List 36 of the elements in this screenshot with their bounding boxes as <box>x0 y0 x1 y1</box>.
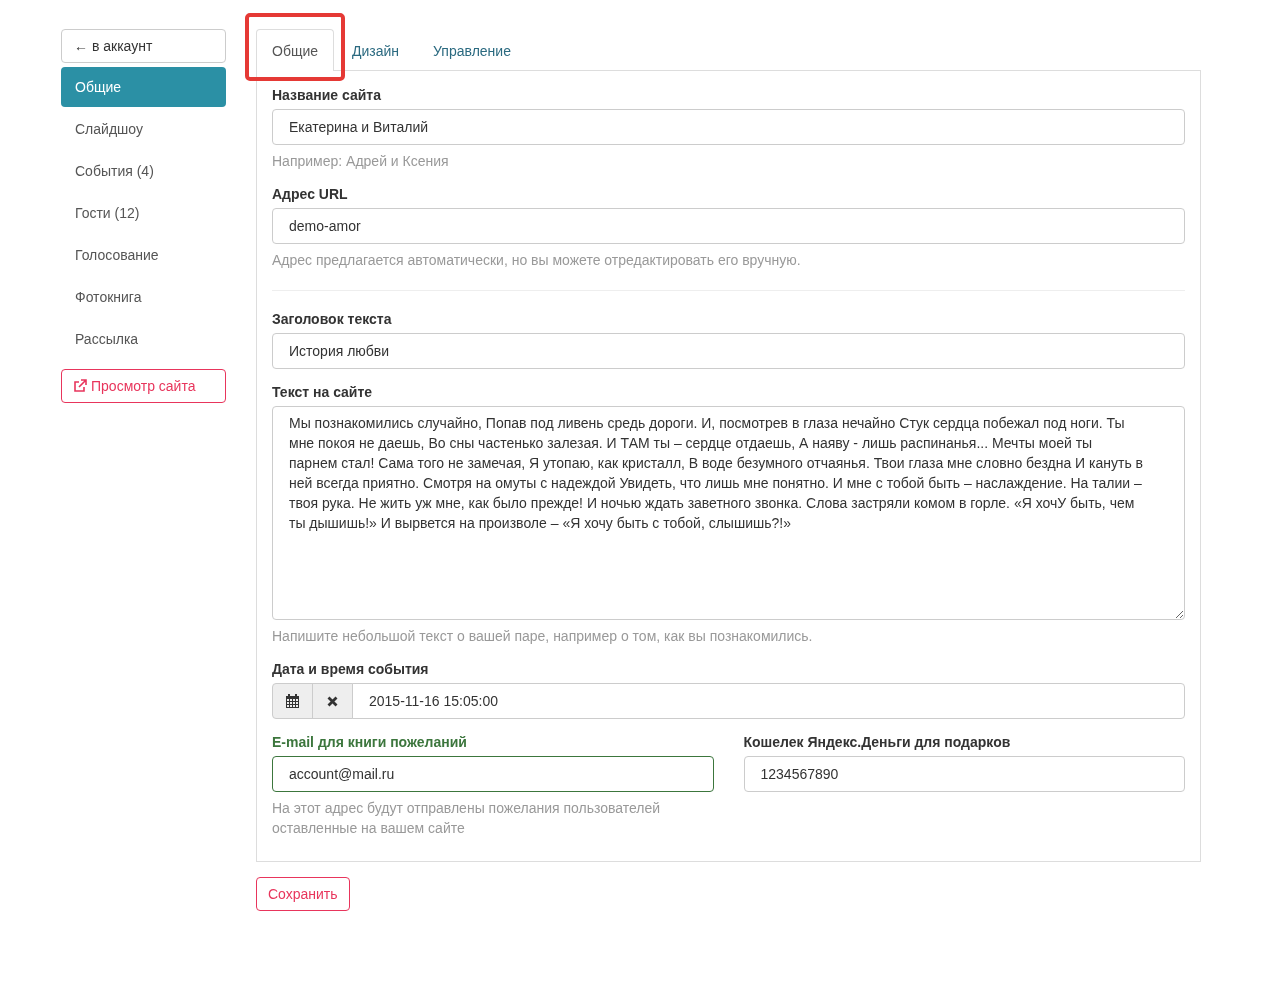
back-button[interactable]: ← в аккаунт <box>61 29 226 63</box>
field-label: E-mail для книги пожеланий <box>272 734 468 750</box>
field-label: Название сайта <box>272 87 382 103</box>
input-field[interactable]: История любви <box>272 333 1185 369</box>
help-text: Например: Адрей и Ксения <box>272 152 450 171</box>
help-text: Напишите небольшой текст о вашей паре, например о том, как вы познакомились. <box>272 627 814 646</box>
field-label: Текст на сайте <box>272 384 374 400</box>
tab[interactable]: Общие <box>256 29 335 71</box>
date-time-field[interactable]: 2015-11-16 15:05:00 <box>352 683 1185 719</box>
tab[interactable]: Дизайн <box>336 29 416 70</box>
sidebar-item[interactable]: Гости (12) <box>61 193 226 233</box>
preview-button[interactable]: Просмотр сайта <box>61 369 226 403</box>
sidebar-item[interactable]: Общие <box>61 67 226 107</box>
field-label: Адрес URL <box>272 186 349 202</box>
external-link-icon <box>73 379 87 393</box>
field-label: Дата и время события <box>272 661 430 677</box>
tab[interactable]: Управление <box>417 29 527 70</box>
help-text: На этот адрес будут отправлены пожелания пользователей оставленные на вашем сайте <box>272 799 662 838</box>
input-field[interactable]: account@mail.ru <box>272 756 714 792</box>
field-label: Заголовок текста <box>272 311 393 327</box>
sidebar-item[interactable]: Рассылка <box>61 319 226 359</box>
clear-button[interactable] <box>312 683 353 719</box>
help-text: Адрес предлагается автоматически, но вы можете отредактировать его вручную. <box>272 251 802 270</box>
save-button[interactable]: Сохранить <box>256 877 350 911</box>
calendar-icon <box>286 694 299 708</box>
input-field[interactable]: 1234567890 <box>743 756 1185 792</box>
close-icon <box>327 695 338 707</box>
field-label: Кошелек Яндекс.Деньги для подарков <box>743 734 1012 750</box>
input-field[interactable]: Екатерина и Виталий <box>272 109 1185 145</box>
sidebar-item[interactable]: Фотокнига <box>61 277 226 317</box>
sidebar-item[interactable]: События (4) <box>61 151 226 191</box>
input-field[interactable]: demo-amor <box>272 208 1185 244</box>
sidebar-item[interactable]: Слайдшоу <box>61 109 226 149</box>
calendar-button[interactable] <box>272 683 313 719</box>
text-area[interactable]: Мы познакомились случайно, Попав под ливень средь дороги. И, посмотрев в глаза нечайно Стук сердца побежал под ноги. Ты мне покоя не даешь, Во сны частенько залезая. И ТАМ ты – сердце отдаешь, А наяву - лишь распинанья... Мечты моей ты парнем стал! Сама того не замечая, Я утопаю, как кристалл, В воде безумного отчаянья. Твои глаза мне словно бездна И кануть в ней всегда приятно. Смотря на омуты с надеждой Увидеть, что лишь мне понятно. И мне с тобой быть – наслаждение. На талии – твоя рука. Не жить уж мне, как было прежде! И ночью ждать заветного звонка. Слова застряли комом в горле. «Я хочУ быть, чем ты дышишь!» И вырвется на произволе – «Я хочу быть с тобой, слышишь?!» <box>272 406 1185 620</box>
sidebar-item[interactable]: Голосование <box>61 235 226 275</box>
